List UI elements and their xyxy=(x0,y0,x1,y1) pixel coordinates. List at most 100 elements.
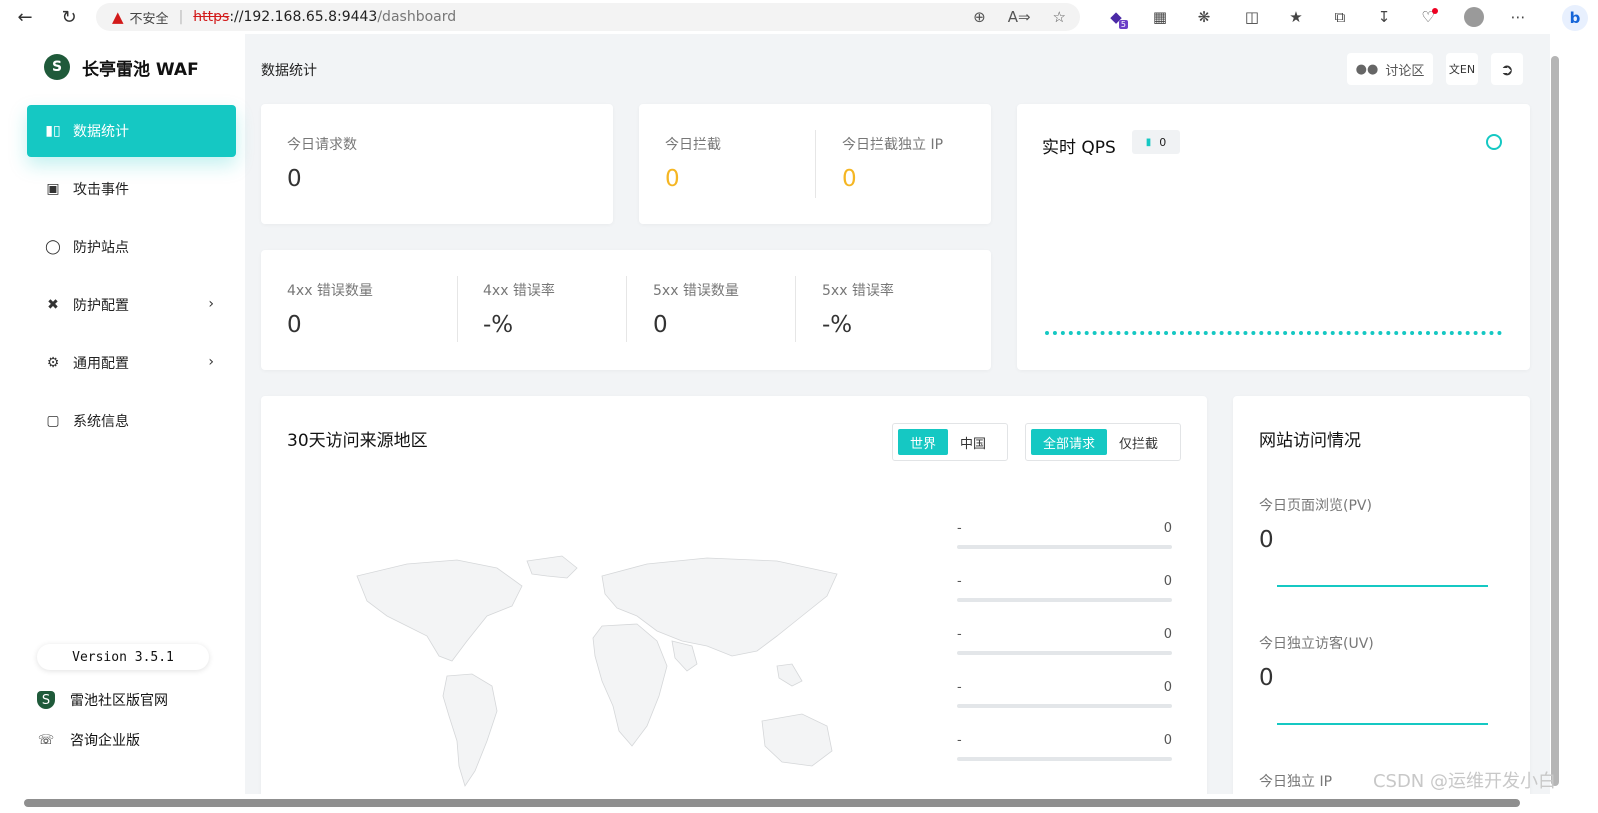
logo-text: 长亭雷池 WAF xyxy=(82,59,199,80)
sidebar-item-general-config[interactable]: ⚙ 通用配置 › xyxy=(27,337,236,389)
page-title: 数据统计 xyxy=(261,63,317,79)
tools-icon: ✖ xyxy=(47,297,59,313)
logout-button[interactable]: ➲ xyxy=(1491,53,1523,85)
ranking-name: - xyxy=(957,680,962,695)
collections-icon[interactable]: ⧉ xyxy=(1318,0,1362,34)
shield-icon: ◯ xyxy=(45,239,61,255)
health-icon[interactable]: ♡ xyxy=(1406,0,1450,34)
filter-blocked-button[interactable]: 仅拦截 xyxy=(1107,429,1170,455)
forum-button[interactable]: ●● 讨论区 xyxy=(1347,53,1433,85)
sidebar-item-label: 通用配置 xyxy=(73,356,129,372)
sidebar-item-stats[interactable]: ▮▯ 数据统计 xyxy=(27,105,236,157)
forum-button-label: 讨论区 xyxy=(1385,63,1425,79)
browser-toolbar: ← ↻ ▲ 不安全 | https ://192.168.65.8:9443 /… xyxy=(0,0,1598,34)
headset-icon: ☏ xyxy=(37,732,55,748)
ip-label: 今日独立 IP xyxy=(1259,774,1333,790)
downloads-icon[interactable]: ↧ xyxy=(1362,0,1406,34)
notification-dot xyxy=(1432,8,1438,14)
ranking-value: 0 xyxy=(1163,574,1172,589)
split-screen-icon[interactable]: ◫ xyxy=(1230,0,1274,34)
qps-value: 0 xyxy=(1159,135,1167,149)
sidebar-item-label: 数据统计 xyxy=(73,124,129,140)
bar-chart-icon: ▮▯ xyxy=(45,123,61,139)
ranking-name: - xyxy=(957,627,962,642)
extension-icon[interactable]: ◆ 5 xyxy=(1094,0,1138,34)
address-separator: | xyxy=(178,9,184,25)
site-access-card: 网站访问情况 今日页面浏览(PV) 0 今日独立访客(UV) 0 今日独立 IP xyxy=(1233,396,1530,813)
sidebar-item-system-info[interactable]: ▢ 系统信息 xyxy=(27,395,236,447)
pv-trend-line xyxy=(1277,585,1488,587)
sidebar-item-label: 防护站点 xyxy=(73,240,129,256)
sidebar-item-label: 防护配置 xyxy=(73,298,129,314)
ranking-value: 0 xyxy=(1163,733,1172,748)
err5xx-rate-value: -% xyxy=(822,312,853,338)
bing-icon[interactable]: b xyxy=(1562,5,1588,31)
blocked-ip-label: 今日拦截独立 IP xyxy=(842,137,944,153)
qps-title: 实时 QPS xyxy=(1042,138,1116,158)
pv-label: 今日页面浏览(PV) xyxy=(1259,498,1372,514)
scope-china-button[interactable]: 中国 xyxy=(948,429,998,455)
scrollbar-thumb[interactable] xyxy=(24,799,1520,807)
language-toggle-button[interactable]: 文EN xyxy=(1446,53,1478,85)
divider xyxy=(626,276,627,342)
filter-all-button[interactable]: 全部请求 xyxy=(1031,429,1108,455)
bar-chart-icon: ▮ xyxy=(1145,136,1152,148)
puzzle-icon[interactable]: ❋ xyxy=(1182,0,1226,34)
vertical-scrollbar[interactable] xyxy=(1550,34,1598,813)
extension-badge: 5 xyxy=(1118,20,1128,29)
scope-toggle: 世界 中国 xyxy=(892,423,1008,461)
requests-card: 今日请求数 0 xyxy=(261,104,613,224)
watermark: CSDN @运维开发小白 xyxy=(1372,771,1556,792)
sidebar-item-protection-config[interactable]: ✖ 防护配置 › xyxy=(27,279,236,331)
read-aloud-icon[interactable]: A⇒ xyxy=(1008,8,1031,26)
favorite-star-icon[interactable]: ☆ xyxy=(1053,8,1066,26)
address-bar[interactable]: ▲ 不安全 | https ://192.168.65.8:9443 /dash… xyxy=(96,3,1080,31)
scope-world-button[interactable]: 世界 xyxy=(898,429,949,455)
ranking-bar xyxy=(957,757,1172,761)
divider xyxy=(457,276,458,342)
enterprise-link[interactable]: ☏ 咨询企业版 xyxy=(37,730,140,750)
reload-icon[interactable]: ↻ xyxy=(52,0,86,34)
scrollbar-thumb[interactable] xyxy=(1551,56,1559,786)
errors-card: 4xx 错误数量 0 4xx 错误率 -% 5xx 错误数量 0 5xx 错误率… xyxy=(261,250,991,370)
qps-line-series xyxy=(1045,331,1502,335)
ranking-value: 0 xyxy=(1163,627,1172,642)
community-link-label: 雷池社区版官网 xyxy=(70,693,168,709)
back-arrow-icon[interactable]: ← xyxy=(8,0,42,34)
ranking-value: 0 xyxy=(1163,521,1172,536)
ranking-name: - xyxy=(957,733,962,748)
sidebar: S 长亭雷池 WAF ▮▯ 数据统计 ▣ 攻击事件 ◯ 防护站点 ✖ 防护配置 … xyxy=(0,34,245,794)
geo-title: 30天访问来源地区 xyxy=(287,431,428,451)
warning-icon: ▲ xyxy=(112,8,124,26)
favorites-icon[interactable]: ★ xyxy=(1274,0,1318,34)
community-site-link[interactable]: S 雷池社区版官网 xyxy=(37,690,168,710)
qr-code-icon[interactable]: ▦ xyxy=(1138,0,1182,34)
uv-value: 0 xyxy=(1259,665,1274,691)
chevron-right-icon: › xyxy=(208,296,214,312)
sidebar-item-attack-events[interactable]: ▣ 攻击事件 xyxy=(27,163,236,215)
more-menu-icon[interactable]: ⋯ xyxy=(1496,0,1540,34)
shield-logo-icon: S xyxy=(37,691,55,709)
divider xyxy=(795,276,796,342)
zoom-icon[interactable]: ⊕ xyxy=(973,8,986,26)
profile-avatar-icon[interactable] xyxy=(1452,0,1496,34)
chevron-right-icon: › xyxy=(208,354,214,370)
logo[interactable]: S 长亭雷池 WAF xyxy=(44,54,199,80)
requests-label: 今日请求数 xyxy=(287,137,357,153)
refresh-icon[interactable] xyxy=(1486,134,1502,150)
sidebar-item-label: 攻击事件 xyxy=(73,182,129,198)
blocked-card: 今日拦截 0 今日拦截独立 IP 0 xyxy=(639,104,991,224)
gear-icon: ⚙ xyxy=(46,355,60,371)
horizontal-scrollbar[interactable] xyxy=(0,794,1550,813)
err4xx-count-value: 0 xyxy=(287,312,302,338)
security-label: 不安全 xyxy=(129,11,169,27)
blocked-label: 今日拦截 xyxy=(665,137,721,153)
sidebar-item-protected-sites[interactable]: ◯ 防护站点 xyxy=(27,221,236,273)
pv-value: 0 xyxy=(1259,527,1274,553)
world-map xyxy=(356,555,838,787)
err5xx-count-value: 0 xyxy=(653,312,668,338)
sidebar-menu: ▮▯ 数据统计 ▣ 攻击事件 ◯ 防护站点 ✖ 防护配置 › ⚙ 通用配置 › xyxy=(27,105,236,453)
users-icon: ●● xyxy=(1355,61,1379,77)
geo-card: 30天访问来源地区 世界 中国 全部请求 仅拦截 - 0 - 0 - 0 - 0… xyxy=(261,396,1207,813)
uv-trend-line xyxy=(1277,723,1488,725)
